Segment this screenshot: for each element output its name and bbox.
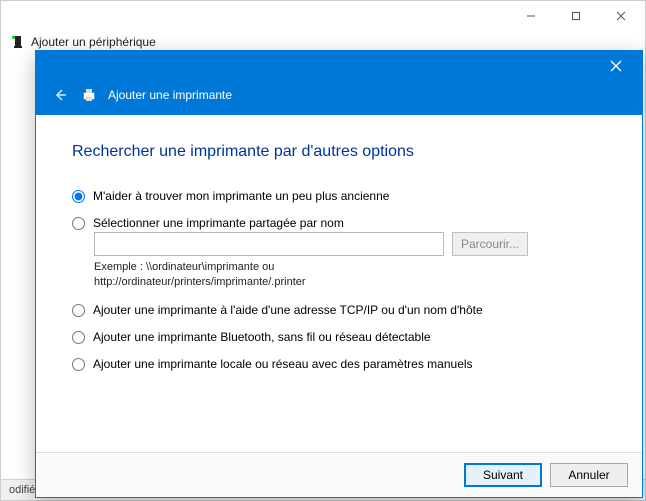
radio-local-printer[interactable]: [72, 358, 85, 371]
example-line-1: Exemple : \\ordinateur\imprimante ou: [94, 261, 274, 273]
radio-bluetooth-printer[interactable]: [72, 331, 85, 344]
browse-button: Parcourir...: [452, 232, 528, 256]
option-local-printer[interactable]: Ajouter une imprimante locale ou réseau …: [72, 357, 606, 371]
option-shared-printer[interactable]: Sélectionner une imprimante partagée par…: [72, 216, 606, 230]
option-label: Sélectionner une imprimante partagée par…: [93, 216, 344, 230]
wizard-close-button[interactable]: [596, 53, 636, 79]
printer-icon: [80, 86, 98, 104]
option-legacy-printer[interactable]: M'aider à trouver mon imprimante un peu …: [72, 189, 606, 203]
device-icon: +: [11, 35, 25, 49]
parent-titlebar: [1, 1, 645, 31]
wizard-header: Ajouter une imprimante: [36, 81, 642, 115]
next-button[interactable]: Suivant: [464, 463, 542, 487]
shared-printer-name-input[interactable]: [94, 232, 444, 256]
parent-title: Ajouter un périphérique: [31, 35, 156, 49]
option-tcpip-printer[interactable]: Ajouter une imprimante à l'aide d'une ad…: [72, 303, 606, 317]
shared-printer-sub: Parcourir... Exemple : \\ordinateur\impr…: [94, 232, 606, 290]
parent-close-button[interactable]: [598, 2, 643, 30]
back-arrow-icon[interactable]: [50, 85, 70, 105]
wizard-footer: Suivant Annuler: [36, 452, 642, 497]
option-bluetooth-printer[interactable]: Ajouter une imprimante Bluetooth, sans f…: [72, 330, 606, 344]
option-label: Ajouter une imprimante à l'aide d'une ad…: [93, 303, 483, 317]
example-line-2: http://ordinateur/printers/imprimante/.p…: [94, 276, 306, 288]
radio-shared-printer[interactable]: [72, 217, 85, 230]
options-group: M'aider à trouver mon imprimante un peu …: [72, 189, 606, 371]
wizard-heading: Rechercher une imprimante par d'autres o…: [72, 143, 606, 161]
option-label: M'aider à trouver mon imprimante un peu …: [93, 189, 389, 203]
radio-legacy-printer[interactable]: [72, 190, 85, 203]
wizard-header-title: Ajouter une imprimante: [108, 88, 232, 102]
cancel-button[interactable]: Annuler: [550, 463, 628, 487]
add-printer-wizard: Ajouter une imprimante Rechercher une im…: [35, 50, 643, 498]
wizard-titlebar: [36, 51, 642, 81]
radio-tcpip-printer[interactable]: [72, 304, 85, 317]
shared-example-text: Exemple : \\ordinateur\imprimante ou htt…: [94, 260, 606, 290]
parent-maximize-button[interactable]: [553, 2, 598, 30]
option-label: Ajouter une imprimante locale ou réseau …: [93, 357, 473, 371]
wizard-body: Rechercher une imprimante par d'autres o…: [36, 115, 642, 452]
svg-text:+: +: [12, 35, 15, 41]
option-label: Ajouter une imprimante Bluetooth, sans f…: [93, 330, 431, 344]
parent-minimize-button[interactable]: [508, 2, 553, 30]
